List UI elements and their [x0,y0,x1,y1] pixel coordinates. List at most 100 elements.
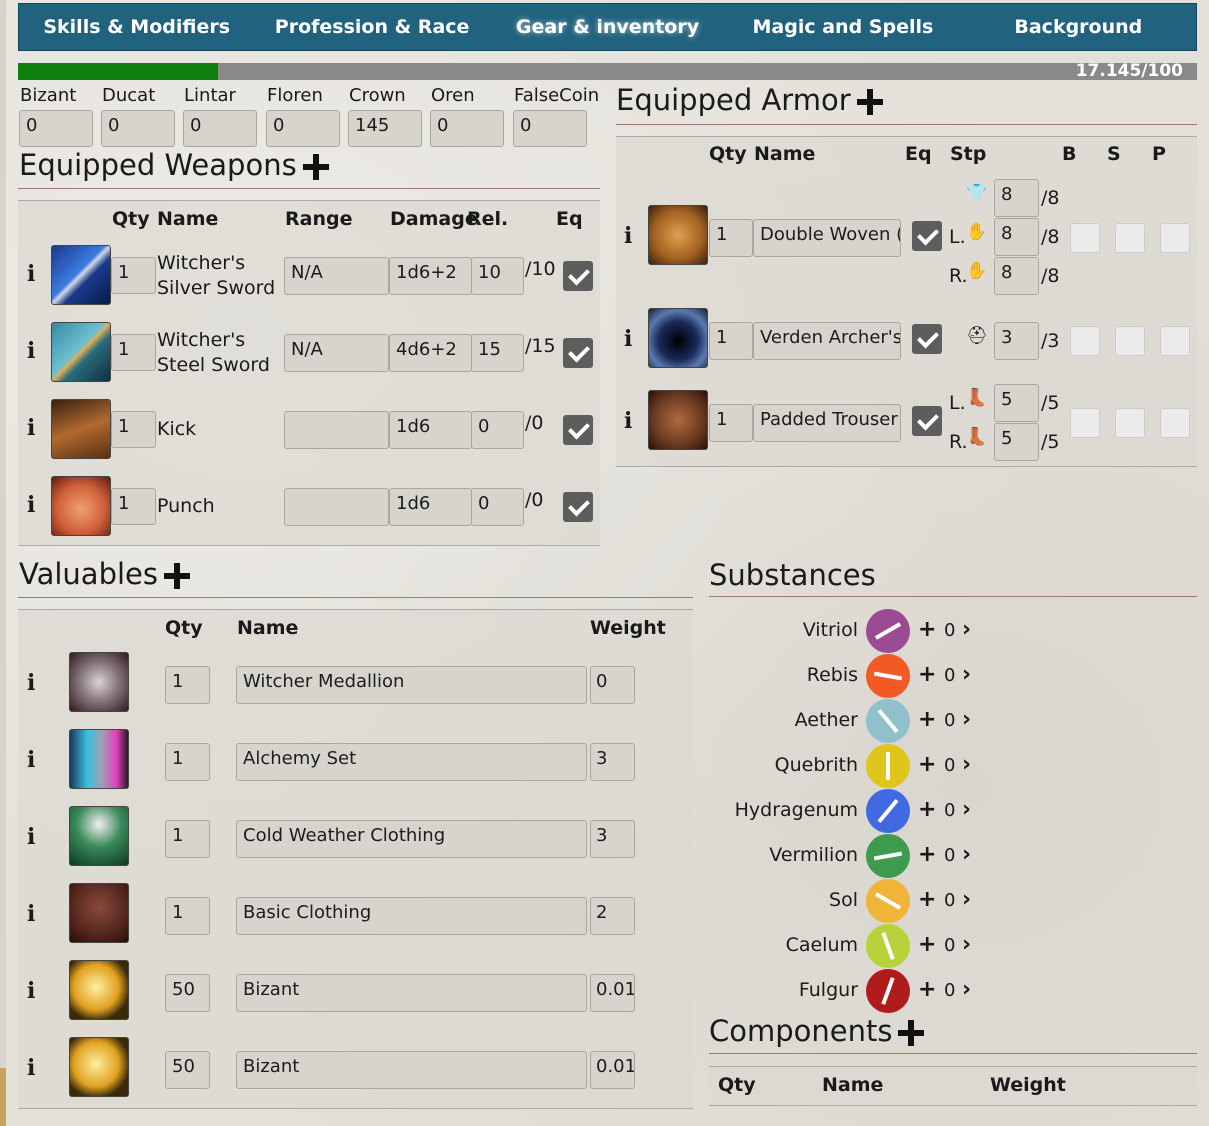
info-icon[interactable]: i [624,408,632,434]
weapon-range-input[interactable] [284,488,389,526]
info-icon[interactable]: i [27,670,35,696]
plus-icon[interactable]: + [918,662,936,687]
add-weapon-icon[interactable] [302,154,329,180]
armor-resist-s-checkbox[interactable] [1115,326,1145,356]
chevron-right-icon[interactable]: › [962,752,971,777]
plus-icon[interactable]: + [918,932,936,957]
tab-gear[interactable]: Gear & inventory [490,16,725,38]
armor-stopping-power-input[interactable]: 5 [994,384,1039,422]
weapon-equipped-checkbox[interactable] [563,338,593,368]
armor-stopping-power-input[interactable]: 5 [994,423,1039,461]
armor-stopping-power-input[interactable]: 8 [994,257,1039,295]
valuable-qty-input[interactable]: 50 [165,1051,210,1089]
valuable-qty-input[interactable]: 50 [165,974,210,1012]
chevron-right-icon[interactable]: › [962,797,971,822]
coin-input-ducat[interactable]: 0 [101,110,175,147]
valuable-qty-input[interactable]: 1 [165,897,210,935]
chevron-right-icon[interactable]: › [962,932,971,957]
weapon-damage-input[interactable]: 4d6+2 [389,334,472,372]
weapon-damage-input[interactable]: 1d6 [389,488,472,526]
coin-input-oren[interactable]: 0 [430,110,504,147]
armor-name-input[interactable]: Verden Archer's [753,322,901,360]
armor-resist-p-checkbox[interactable] [1160,223,1190,253]
chevron-right-icon[interactable]: › [962,662,971,687]
valuable-weight-input[interactable]: 3 [590,820,635,858]
info-icon[interactable]: i [27,1055,35,1081]
weapon-damage-input[interactable]: 1d6 [389,411,472,449]
weapon-equipped-checkbox[interactable] [563,415,593,445]
weapon-range-input[interactable]: N/A [284,257,389,295]
valuable-name-input[interactable]: Bizant [236,1051,587,1089]
coin-input-falsecoin[interactable]: 0 [513,110,587,147]
info-icon[interactable]: i [27,261,35,287]
plus-icon[interactable]: + [918,797,936,822]
info-icon[interactable]: i [27,747,35,773]
armor-name-input[interactable]: Double Woven ( [753,219,901,257]
tab-skills[interactable]: Skills & Modifiers [19,16,254,38]
chevron-right-icon[interactable]: › [962,707,971,732]
info-icon[interactable]: i [27,978,35,1004]
weapon-reliability-input[interactable]: 15 [471,334,524,372]
armor-stopping-power-input[interactable]: 8 [994,179,1039,217]
weapon-qty-input[interactable]: 1 [111,257,156,294]
plus-icon[interactable]: + [918,842,936,867]
armor-resist-p-checkbox[interactable] [1160,326,1190,356]
plus-icon[interactable]: + [918,887,936,912]
info-icon[interactable]: i [27,338,35,364]
info-icon[interactable]: i [27,492,35,518]
valuable-weight-input[interactable]: 0.01 [590,1051,635,1089]
coin-input-floren[interactable]: 0 [266,110,340,147]
chevron-right-icon[interactable]: › [962,617,971,642]
valuable-qty-input[interactable]: 1 [165,743,210,781]
armor-resist-b-checkbox[interactable] [1070,326,1100,356]
valuable-weight-input[interactable]: 2 [590,897,635,935]
weapon-reliability-input[interactable]: 10 [471,257,524,295]
armor-resist-b-checkbox[interactable] [1070,408,1100,438]
chevron-right-icon[interactable]: › [962,977,971,1002]
plus-icon[interactable]: + [918,707,936,732]
plus-icon[interactable]: + [918,977,936,1002]
valuable-name-input[interactable]: Bizant [236,974,587,1012]
chevron-right-icon[interactable]: › [962,887,971,912]
armor-resist-s-checkbox[interactable] [1115,408,1145,438]
info-icon[interactable]: i [27,901,35,927]
armor-stopping-power-input[interactable]: 3 [994,322,1039,360]
weapon-range-input[interactable]: N/A [284,334,389,372]
plus-icon[interactable]: + [918,617,936,642]
weapon-qty-input[interactable]: 1 [111,411,156,448]
valuable-qty-input[interactable]: 1 [165,820,210,858]
weapon-range-input[interactable] [284,411,389,449]
chevron-right-icon[interactable]: › [962,842,971,867]
armor-equipped-checkbox[interactable] [912,324,942,354]
valuable-name-input[interactable]: Witcher Medallion [236,666,587,704]
valuable-qty-input[interactable]: 1 [165,666,210,704]
valuable-name-input[interactable]: Basic Clothing [236,897,587,935]
info-icon[interactable]: i [27,824,35,850]
weapon-equipped-checkbox[interactable] [563,261,593,291]
armor-qty-input[interactable]: 1 [709,219,753,257]
armor-equipped-checkbox[interactable] [912,406,942,436]
add-valuable-icon[interactable] [163,563,190,589]
weapon-reliability-input[interactable]: 0 [471,488,524,526]
weapon-equipped-checkbox[interactable] [563,492,593,522]
add-armor-icon[interactable] [856,89,883,115]
armor-equipped-checkbox[interactable] [912,221,942,251]
info-icon[interactable]: i [624,223,632,249]
weapon-qty-input[interactable]: 1 [111,488,156,525]
armor-stopping-power-input[interactable]: 8 [994,218,1039,256]
valuable-name-input[interactable]: Cold Weather Clothing [236,820,587,858]
valuable-name-input[interactable]: Alchemy Set [236,743,587,781]
coin-input-crown[interactable]: 145 [348,110,422,147]
weapon-qty-input[interactable]: 1 [111,334,156,371]
valuable-weight-input[interactable]: 0.01 [590,974,635,1012]
coin-input-bizant[interactable]: 0 [19,110,93,147]
tab-magic[interactable]: Magic and Spells [725,16,960,38]
tab-background[interactable]: Background [961,16,1196,38]
armor-qty-input[interactable]: 1 [709,404,753,442]
armor-resist-b-checkbox[interactable] [1070,223,1100,253]
tab-profession[interactable]: Profession & Race [254,16,489,38]
armor-qty-input[interactable]: 1 [709,322,753,360]
weapon-reliability-input[interactable]: 0 [471,411,524,449]
info-icon[interactable]: i [624,326,632,352]
valuable-weight-input[interactable]: 0 [590,666,635,704]
